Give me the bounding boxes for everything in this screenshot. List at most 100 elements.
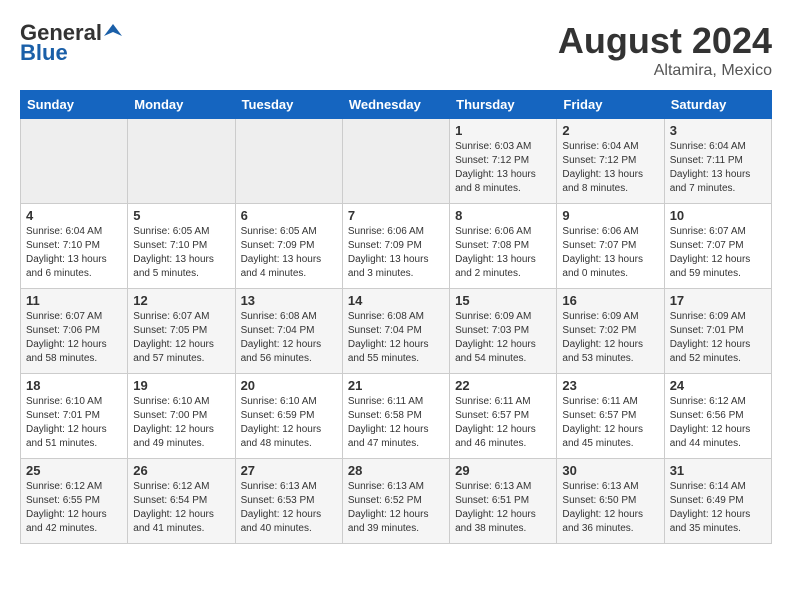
calendar-day-cell: 23Sunrise: 6:11 AMSunset: 6:57 PMDayligh… xyxy=(557,374,664,459)
calendar-day-cell: 30 Sunrise: 6:13 AMSunset: 6:50 PMDayligh… xyxy=(557,459,664,544)
day-number: 7 xyxy=(348,208,444,223)
calendar-day-cell xyxy=(342,119,449,204)
calendar-day-cell xyxy=(21,119,128,204)
day-info: Sunrise: 6:12 AMSunset: 6:54 PMDaylight:… xyxy=(133,480,229,536)
day-info: Sunrise: 6:04 AMSunset: 7:11 PMDaylight:… xyxy=(670,140,766,196)
day-info: Sunrise: 6:10 AMSunset: 7:01 PMDaylight:… xyxy=(26,395,122,451)
title-block: August 2024 Altamira, Mexico xyxy=(558,20,772,80)
calendar-day-cell xyxy=(128,119,235,204)
calendar-day-cell: 26Sunrise: 6:12 AMSunset: 6:54 PMDayligh… xyxy=(128,459,235,544)
calendar-day-cell: 24 Sunrise: 6:12 AMSunset: 6:56 PMDayligh… xyxy=(664,374,771,459)
day-info: Sunrise: 6:09 AMSunset: 7:01 PMDaylight:… xyxy=(670,310,766,366)
month-year-title: August 2024 xyxy=(558,20,772,62)
calendar-day-cell: 13Sunrise: 6:08 AMSunset: 7:04 PMDayligh… xyxy=(235,289,342,374)
day-number: 14 xyxy=(348,293,444,308)
calendar-day-cell: 7 Sunrise: 6:06 AMSunset: 7:09 PMDaylight… xyxy=(342,204,449,289)
day-info: Sunrise: 6:07 AMSunset: 7:05 PMDaylight:… xyxy=(133,310,229,366)
day-info: Sunrise: 6:09 AMSunset: 7:02 PMDaylight:… xyxy=(562,310,658,366)
day-number: 10 xyxy=(670,208,766,223)
day-number: 28 xyxy=(348,463,444,478)
day-info: Sunrise: 6:09 AMSunset: 7:03 PMDaylight:… xyxy=(455,310,551,366)
calendar-week-row: 18 Sunrise: 6:10 AMSunset: 7:01 PMDayligh… xyxy=(21,374,772,459)
calendar-day-cell: 25 Sunrise: 6:12 AMSunset: 6:55 PMDayligh… xyxy=(21,459,128,544)
calendar-day-cell: 22Sunrise: 6:11 AMSunset: 6:57 PMDayligh… xyxy=(450,374,557,459)
calendar-day-cell: 29 Sunrise: 6:13 AMSunset: 6:51 PMDayligh… xyxy=(450,459,557,544)
day-number: 12 xyxy=(133,293,229,308)
calendar-day-cell: 8 Sunrise: 6:06 AMSunset: 7:08 PMDaylight… xyxy=(450,204,557,289)
calendar-day-cell: 31 Sunrise: 6:14 AMSunset: 6:49 PMDayligh… xyxy=(664,459,771,544)
calendar-day-cell: 20Sunrise: 6:10 AMSunset: 6:59 PMDayligh… xyxy=(235,374,342,459)
day-number: 4 xyxy=(26,208,122,223)
day-number: 19 xyxy=(133,378,229,393)
calendar-day-cell: 1 Sunrise: 6:03 AMSunset: 7:12 PMDaylight… xyxy=(450,119,557,204)
calendar-day-cell: 16 Sunrise: 6:09 AMSunset: 7:02 PMDayligh… xyxy=(557,289,664,374)
day-number: 21 xyxy=(348,378,444,393)
day-number: 30 xyxy=(562,463,658,478)
calendar-day-cell: 6 Sunrise: 6:05 AMSunset: 7:09 PMDaylight… xyxy=(235,204,342,289)
col-header-friday: Friday xyxy=(557,91,664,119)
col-header-tuesday: Tuesday xyxy=(235,91,342,119)
day-info: Sunrise: 6:06 AMSunset: 7:07 PMDaylight:… xyxy=(562,225,658,281)
day-number: 31 xyxy=(670,463,766,478)
day-info: Sunrise: 6:03 AMSunset: 7:12 PMDaylight:… xyxy=(455,140,551,196)
col-header-wednesday: Wednesday xyxy=(342,91,449,119)
calendar-day-cell: 18 Sunrise: 6:10 AMSunset: 7:01 PMDayligh… xyxy=(21,374,128,459)
day-info: Sunrise: 6:13 AMSunset: 6:52 PMDaylight:… xyxy=(348,480,444,536)
day-info: Sunrise: 6:06 AMSunset: 7:09 PMDaylight:… xyxy=(348,225,444,281)
logo-bird-icon xyxy=(104,22,122,40)
day-info: Sunrise: 6:07 AMSunset: 7:07 PMDaylight:… xyxy=(670,225,766,281)
col-header-monday: Monday xyxy=(128,91,235,119)
day-info: Sunrise: 6:05 AMSunset: 7:09 PMDaylight:… xyxy=(241,225,337,281)
day-number: 11 xyxy=(26,293,122,308)
calendar-day-cell: 21Sunrise: 6:11 AMSunset: 6:58 PMDayligh… xyxy=(342,374,449,459)
day-number: 27 xyxy=(241,463,337,478)
logo: General Blue xyxy=(20,20,122,66)
calendar-day-cell: 3 Sunrise: 6:04 AMSunset: 7:11 PMDaylight… xyxy=(664,119,771,204)
day-number: 18 xyxy=(26,378,122,393)
day-number: 16 xyxy=(562,293,658,308)
day-number: 3 xyxy=(670,123,766,138)
day-number: 8 xyxy=(455,208,551,223)
calendar-table: SundayMondayTuesdayWednesdayThursdayFrid… xyxy=(20,90,772,544)
calendar-day-cell: 4 Sunrise: 6:04 AMSunset: 7:10 PMDaylight… xyxy=(21,204,128,289)
day-number: 1 xyxy=(455,123,551,138)
day-number: 29 xyxy=(455,463,551,478)
calendar-day-cell: 27Sunrise: 6:13 AMSunset: 6:53 PMDayligh… xyxy=(235,459,342,544)
calendar-day-cell: 17 Sunrise: 6:09 AMSunset: 7:01 PMDayligh… xyxy=(664,289,771,374)
calendar-day-cell xyxy=(235,119,342,204)
logo-blue-text: Blue xyxy=(20,40,68,66)
calendar-day-cell: 11 Sunrise: 6:07 AMSunset: 7:06 PMDayligh… xyxy=(21,289,128,374)
day-info: Sunrise: 6:05 AMSunset: 7:10 PMDaylight:… xyxy=(133,225,229,281)
day-info: Sunrise: 6:08 AMSunset: 7:04 PMDaylight:… xyxy=(348,310,444,366)
day-number: 25 xyxy=(26,463,122,478)
day-info: Sunrise: 6:13 AMSunset: 6:50 PMDaylight:… xyxy=(562,480,658,536)
day-number: 5 xyxy=(133,208,229,223)
day-info: Sunrise: 6:10 AMSunset: 6:59 PMDaylight:… xyxy=(241,395,337,451)
day-info: Sunrise: 6:04 AMSunset: 7:10 PMDaylight:… xyxy=(26,225,122,281)
day-info: Sunrise: 6:10 AMSunset: 7:00 PMDaylight:… xyxy=(133,395,229,451)
day-info: Sunrise: 6:11 AMSunset: 6:57 PMDaylight:… xyxy=(455,395,551,451)
location-subtitle: Altamira, Mexico xyxy=(558,62,772,80)
day-info: Sunrise: 6:12 AMSunset: 6:56 PMDaylight:… xyxy=(670,395,766,451)
calendar-day-cell: 5 Sunrise: 6:05 AMSunset: 7:10 PMDaylight… xyxy=(128,204,235,289)
calendar-day-cell: 12 Sunrise: 6:07 AMSunset: 7:05 PMDayligh… xyxy=(128,289,235,374)
calendar-week-row: 4 Sunrise: 6:04 AMSunset: 7:10 PMDaylight… xyxy=(21,204,772,289)
day-number: 15 xyxy=(455,293,551,308)
day-info: Sunrise: 6:13 AMSunset: 6:51 PMDaylight:… xyxy=(455,480,551,536)
day-number: 6 xyxy=(241,208,337,223)
day-info: Sunrise: 6:14 AMSunset: 6:49 PMDaylight:… xyxy=(670,480,766,536)
calendar-day-cell: 9Sunrise: 6:06 AMSunset: 7:07 PMDaylight… xyxy=(557,204,664,289)
calendar-week-row: 1 Sunrise: 6:03 AMSunset: 7:12 PMDaylight… xyxy=(21,119,772,204)
day-number: 24 xyxy=(670,378,766,393)
day-info: Sunrise: 6:06 AMSunset: 7:08 PMDaylight:… xyxy=(455,225,551,281)
col-header-sunday: Sunday xyxy=(21,91,128,119)
calendar-day-cell: 15 Sunrise: 6:09 AMSunset: 7:03 PMDayligh… xyxy=(450,289,557,374)
day-number: 17 xyxy=(670,293,766,308)
calendar-week-row: 11 Sunrise: 6:07 AMSunset: 7:06 PMDayligh… xyxy=(21,289,772,374)
calendar-day-cell: 19 Sunrise: 6:10 AMSunset: 7:00 PMDayligh… xyxy=(128,374,235,459)
col-header-thursday: Thursday xyxy=(450,91,557,119)
day-number: 23 xyxy=(562,378,658,393)
day-info: Sunrise: 6:12 AMSunset: 6:55 PMDaylight:… xyxy=(26,480,122,536)
calendar-week-row: 25 Sunrise: 6:12 AMSunset: 6:55 PMDayligh… xyxy=(21,459,772,544)
day-info: Sunrise: 6:07 AMSunset: 7:06 PMDaylight:… xyxy=(26,310,122,366)
